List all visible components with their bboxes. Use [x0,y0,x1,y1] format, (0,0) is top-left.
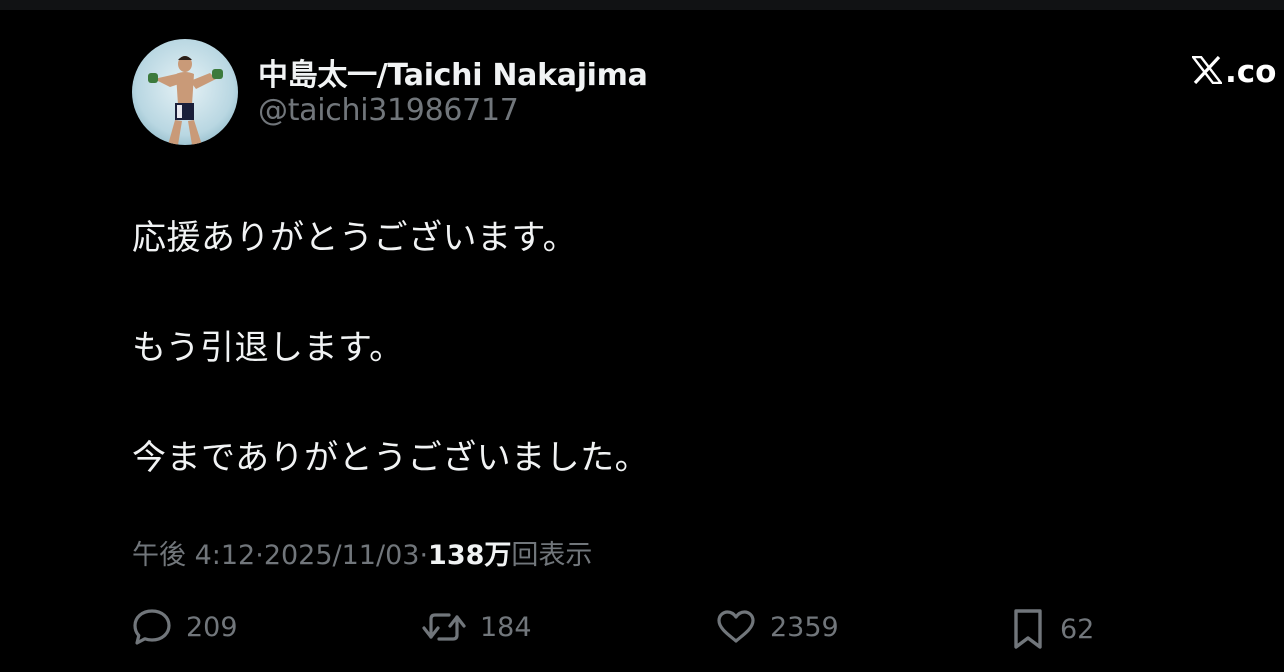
bookmark-count: 62 [1060,613,1095,645]
bookmark-button[interactable]: 62 [1010,608,1094,650]
avatar-image [132,39,238,145]
retweet-count: 184 [480,611,532,643]
like-count: 2359 [770,611,839,643]
retweet-icon [422,608,466,646]
tweet-text-line: 今までありがとうございました。 [132,438,650,478]
like-button[interactable]: 2359 [716,608,839,646]
retweet-button[interactable]: 184 [422,608,532,646]
meta-separator: · [255,540,264,571]
tweet-text-line: 応援ありがとうございます。 [132,218,578,258]
author-handle[interactable]: @taichi31986717 [258,93,519,128]
views-count: 138万 [428,540,512,571]
reply-icon [132,608,172,646]
tweet-time[interactable]: 午後 4:12 [132,533,255,572]
x-logo-icon [1190,55,1224,88]
tweet-text-line: もう引退します。 [132,328,404,368]
author-display-name[interactable]: 中島太一/Taichi Nakajima [258,50,648,94]
x-brand-link[interactable]: .co [1190,52,1277,92]
tweet-date[interactable]: 2025/11/03 [264,540,420,571]
reply-count: 209 [186,611,238,643]
heart-icon [716,608,756,646]
views-label: 回表示 [511,540,593,571]
avatar[interactable] [132,39,238,145]
x-brand-text: .co [1225,54,1277,90]
reply-button[interactable]: 209 [132,608,238,646]
window-top-edge [0,0,1284,10]
meta-separator: · [419,540,429,571]
bookmark-icon [1010,608,1046,650]
tweet-meta: 午後 4:12 · 2025/11/03 · 138万 回表示 [132,533,592,572]
